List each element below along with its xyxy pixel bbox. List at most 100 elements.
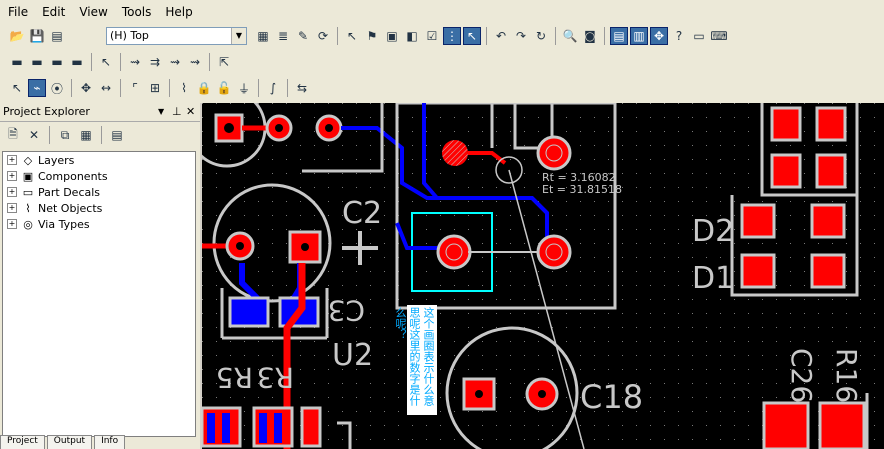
menu-view[interactable]: View <box>79 5 107 19</box>
chevron-down-icon[interactable]: ▼ <box>231 28 246 44</box>
tab-info[interactable]: Info <box>94 435 126 449</box>
pan-icon[interactable]: ✥ <box>650 27 668 45</box>
wrench-icon[interactable]: ✎ <box>294 27 312 45</box>
pointer-icon[interactable]: ↖ <box>463 27 481 45</box>
tree-item-label: Net Objects <box>38 201 103 215</box>
redo-icon[interactable]: ↷ <box>512 27 530 45</box>
drc-icon[interactable]: ⚑ <box>363 27 381 45</box>
decal-icon: ▭ <box>22 185 34 199</box>
stretch-icon[interactable]: ↔ <box>97 79 115 97</box>
route-add-icon[interactable]: ▬ <box>28 53 46 71</box>
edit-toolbar: ▦ ≣ ✎ ⟳ ↖ ⚑ ▣ ◧ ☑ ⋮ ↖ ↶ ↷ ↻ 🔍 ◙ ▤ ▥ ✥ ? … <box>254 27 728 45</box>
net-route-icon[interactable]: ⇝ <box>126 53 144 71</box>
output-toggle-icon[interactable]: ▥ <box>630 27 648 45</box>
net-bus-icon[interactable]: ⇉ <box>146 53 164 71</box>
zoom-icon[interactable]: 🔍 <box>561 27 579 45</box>
copy-icon[interactable]: ⧉ <box>56 126 74 144</box>
menu-bar: File Edit View Tools Help <box>0 0 884 24</box>
dimension-icon[interactable]: ⊞ <box>146 79 164 97</box>
open-icon[interactable]: 📂 <box>8 27 26 45</box>
expand-icon[interactable]: + <box>7 187 17 197</box>
save-icon[interactable]: 💾 <box>28 27 46 45</box>
menu-help[interactable]: Help <box>165 5 192 19</box>
select-arrow-icon[interactable]: ↖ <box>97 53 115 71</box>
label-r5: R5 <box>216 361 253 394</box>
tree-item-part-decals[interactable]: + ▭ Part Decals <box>3 184 195 200</box>
select-filter-icon[interactable]: ↖ <box>343 27 361 45</box>
tree-item-layers[interactable]: + ◇ Layers <box>3 152 195 168</box>
label-u2: U2 <box>332 338 373 373</box>
help-icon[interactable]: ? <box>670 27 688 45</box>
calendar-icon[interactable]: ▣ <box>383 27 401 45</box>
net-split-icon[interactable]: ⇝ <box>166 53 184 71</box>
undo-icon[interactable]: ↶ <box>492 27 510 45</box>
tree-item-label: Components <box>38 169 108 183</box>
expand-icon[interactable]: + <box>7 171 17 181</box>
label-c2: C2 <box>342 196 382 231</box>
verify-icon[interactable]: ☑ <box>423 27 441 45</box>
pcb-canvas[interactable]: Rt = 3.16082 Et = 31.81518 C2 C3 U2 R5 R… <box>202 103 884 449</box>
grid-icon[interactable]: ⋮ <box>443 27 461 45</box>
print-icon[interactable]: ▤ <box>48 27 66 45</box>
via-tool-icon[interactable]: ⦿ <box>48 79 66 97</box>
readout-et: Et = 31.81518 <box>542 183 622 196</box>
lock-icon[interactable]: 🔒 <box>195 79 213 97</box>
routing-toolbar: ▬ ▬ ▬ ▬ ↖ ⇝ ⇉ ⇝ ⇝ ⇱ <box>8 53 233 71</box>
separator <box>555 27 556 45</box>
tree-item-components[interactable]: + ▣ Components <box>3 168 195 184</box>
pin-icon[interactable]: ⊥ <box>172 103 186 121</box>
select-icon[interactable]: ↖ <box>8 79 26 97</box>
explorer-toggle-icon[interactable]: ▤ <box>610 27 628 45</box>
separator <box>258 79 259 97</box>
expand-icon[interactable]: + <box>7 203 17 213</box>
list-icon[interactable]: ≣ <box>274 27 292 45</box>
tab-project[interactable]: Project <box>0 435 45 449</box>
window-icon[interactable]: ▭ <box>690 27 708 45</box>
c3-pad[interactable] <box>228 296 270 328</box>
unlock-icon[interactable]: 🔓 <box>215 79 233 97</box>
close-icon[interactable]: ✕ <box>186 103 200 121</box>
tree-item-via-types[interactable]: + ◎ Via Types <box>3 216 195 232</box>
expand-icon[interactable]: + <box>7 219 17 229</box>
keyboard-icon[interactable]: ⌨ <box>710 27 728 45</box>
properties-icon[interactable]: ▦ <box>254 27 272 45</box>
swap-icon[interactable]: ⇆ <box>293 79 311 97</box>
net-join-icon[interactable]: ⇝ <box>186 53 204 71</box>
separator <box>120 53 121 71</box>
tree-item-label: Layers <box>38 153 75 167</box>
view-icon[interactable]: ◙ <box>581 27 599 45</box>
refresh-icon[interactable]: ⟳ <box>314 27 332 45</box>
wire-icon[interactable]: ⌇ <box>175 79 193 97</box>
via-icon: ◎ <box>23 217 33 231</box>
paste-icon[interactable]: ▦ <box>77 126 95 144</box>
ground-icon[interactable]: ⏚ <box>235 79 253 97</box>
label-c26: C26 <box>785 348 818 403</box>
properties-icon[interactable]: ▤ <box>108 126 126 144</box>
component-icon: ▣ <box>22 169 34 183</box>
separator <box>101 126 102 144</box>
delete-icon[interactable]: ✕ <box>25 126 43 144</box>
corner-icon[interactable]: ⌜ <box>126 79 144 97</box>
tab-output[interactable]: Output <box>46 435 93 449</box>
explorer-toolbar: 🗎 ✕ ⧉ ▦ ▤ <box>0 122 200 148</box>
layer-select[interactable]: (H) Top ▼ <box>106 27 247 45</box>
arc-icon[interactable]: ∫ <box>264 79 282 97</box>
r-pads[interactable] <box>202 406 322 448</box>
unroute-icon[interactable]: ⇱ <box>215 53 233 71</box>
move-icon[interactable]: ✥ <box>77 79 95 97</box>
trace-icon[interactable]: ⌁ <box>28 79 46 97</box>
tree-item-net-objects[interactable]: + ⌇ Net Objects <box>3 200 195 216</box>
menu-tools[interactable]: Tools <box>122 5 152 19</box>
menu-edit[interactable]: Edit <box>42 5 65 19</box>
redraw-icon[interactable]: ↻ <box>532 27 550 45</box>
expand-icon[interactable]: + <box>7 155 17 165</box>
menu-file[interactable]: File <box>8 5 28 19</box>
route-split-icon[interactable]: ▬ <box>68 53 86 71</box>
route-move-icon[interactable]: ▬ <box>48 53 66 71</box>
new-icon[interactable]: 🗎 <box>4 126 22 144</box>
chevron-down-icon[interactable]: ▼ <box>158 103 172 121</box>
layers-toggle-icon[interactable]: ◧ <box>403 27 421 45</box>
separator <box>120 79 121 97</box>
route-icon[interactable]: ▬ <box>8 53 26 71</box>
label-d2: D2 <box>692 214 734 249</box>
